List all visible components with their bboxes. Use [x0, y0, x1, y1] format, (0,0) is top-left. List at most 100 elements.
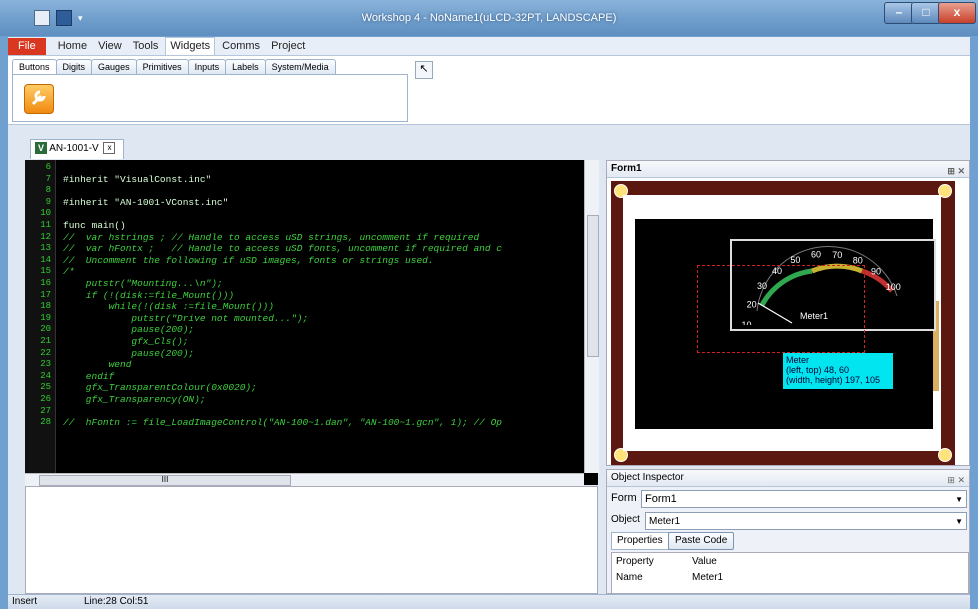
vertical-scrollbar[interactable] — [584, 160, 599, 473]
form-designer-panel: Form1 ⊞ ✕ 0102030405060708090100 Meter1 — [606, 160, 970, 466]
table-row[interactable]: Name Meter1 — [612, 571, 952, 585]
widget-tab-labels[interactable]: Labels — [225, 59, 266, 74]
properties-tab[interactable]: Properties — [611, 532, 669, 550]
tab-comms[interactable]: Comms — [218, 38, 264, 55]
code-text: func main() — [63, 220, 126, 231]
window-title: Workshop 4 - NoName1(uLCD-32PT, LANDSCAP… — [361, 12, 617, 24]
code-text: gfx_Transparency(ON); — [63, 394, 206, 405]
tab-project[interactable]: Project — [267, 38, 309, 55]
cursor-position: Line:28 Col:51 — [84, 596, 149, 607]
widget-tabs: Buttons Digits Gauges Primitives Inputs … — [12, 59, 336, 74]
code-line[interactable]: 25 gfx_TransparentColour(0x0020); — [25, 382, 580, 393]
code-line[interactable]: 23 wend — [25, 359, 580, 370]
code-line[interactable]: 15 /* — [25, 266, 580, 277]
line-number: 11 — [40, 220, 51, 230]
column-header-value: Value — [692, 556, 717, 567]
meter-tick-label: 90 — [871, 267, 881, 277]
widget-tab-system-media[interactable]: System/Media — [264, 59, 336, 74]
scroll-thumb[interactable] — [587, 215, 599, 357]
line-number: 20 — [40, 324, 51, 335]
code-line[interactable]: 7 #inherit "VisualConst.inc" — [25, 174, 580, 185]
paste-code-button[interactable]: Paste Code — [668, 532, 735, 550]
status-bar: Insert Line:28 Col:51 — [8, 594, 970, 609]
code-line[interactable]: 10 — [25, 208, 580, 219]
object-select[interactable]: Meter1 ▼ — [645, 512, 967, 530]
widget-tab-primitives[interactable]: Primitives — [135, 59, 189, 74]
code-line[interactable]: 27 — [25, 406, 580, 417]
ribbon-body: Buttons Digits Gauges Primitives Inputs … — [8, 56, 970, 125]
pointer-tool-icon[interactable]: ↖ — [415, 61, 433, 79]
code-line[interactable]: 18 while(!(disk :=file_Mount())) — [25, 301, 580, 312]
tab-widgets[interactable]: Widgets — [165, 37, 216, 55]
property-value[interactable]: Meter1 — [692, 571, 723, 585]
line-number: 22 — [40, 347, 51, 358]
code-line[interactable]: 20 pause(200); — [25, 324, 580, 335]
code-text: endif — [63, 370, 115, 382]
chevron-down-icon: ▼ — [955, 517, 963, 526]
line-number: 7 — [45, 173, 51, 184]
form-panel-title: Form1 ⊞ ✕ — [607, 161, 969, 178]
output-pane[interactable] — [25, 486, 598, 594]
line-number: 26 — [40, 394, 51, 404]
button-widget-icon[interactable] — [24, 84, 54, 114]
lcd-screen[interactable]: 0102030405060708090100 Meter1 Meter (lef… — [635, 219, 936, 429]
maximize-button[interactable]: □ — [911, 2, 941, 24]
tooltip-type: Meter — [786, 355, 810, 365]
pin-icon[interactable]: ⊞ ✕ — [947, 472, 965, 488]
code-text: gfx_Cls(); — [63, 336, 189, 347]
tab-view[interactable]: View — [94, 38, 126, 55]
code-line[interactable]: 22 pause(200); — [25, 348, 580, 359]
form-select[interactable]: Form1 ▼ — [641, 490, 967, 508]
widget-tab-gauges[interactable]: Gauges — [91, 59, 137, 74]
code-line[interactable]: 11 func main() — [25, 220, 580, 231]
line-number: 8 — [45, 185, 51, 196]
widget-tab-inputs[interactable]: Inputs — [187, 59, 227, 74]
minimize-button[interactable]: – — [884, 2, 914, 24]
code-line[interactable]: 9 #inherit "AN-1001-VConst.inc" — [25, 197, 580, 208]
code-line[interactable]: 8 — [25, 185, 580, 196]
properties-table: Property Value Name Meter1 — [611, 552, 969, 594]
widget-tab-digits[interactable]: Digits — [55, 59, 93, 74]
meter-tick-label: 60 — [811, 250, 821, 260]
code-text: gfx_TransparentColour(0x0020); — [63, 382, 257, 394]
tab-file[interactable]: File — [8, 38, 46, 55]
code-line[interactable]: 21 gfx_Cls(); — [25, 336, 580, 347]
hscroll-thumb[interactable]: III — [39, 475, 291, 486]
widget-tab-buttons[interactable]: Buttons — [12, 59, 57, 74]
close-button[interactable]: x — [938, 2, 976, 24]
form-select-value: Form1 — [645, 493, 677, 505]
property-name: Name — [616, 572, 643, 583]
line-number: 23 — [40, 359, 51, 370]
line-number: 13 — [40, 243, 51, 254]
code-line[interactable]: 28 // hFontn := file_LoadImageControl("AN… — [25, 417, 580, 428]
close-tab-icon[interactable]: x — [103, 142, 116, 155]
tab-home[interactable]: Home — [54, 38, 91, 55]
code-line[interactable]: 16 putstr("Mounting...\n"); — [25, 278, 580, 289]
code-text: putstr("Mounting...\n"); — [63, 278, 223, 289]
code-editor[interactable]: 6 7 #inherit "VisualConst.inc" 8 9 #inherit "… — [25, 160, 599, 486]
code-line[interactable]: 6 — [25, 162, 580, 173]
code-line[interactable]: 14 // Uncomment the following if uSD imag… — [25, 255, 580, 266]
title-bar: ▾ Workshop 4 - NoName1(uLCD-32PT, LANDSC… — [0, 0, 978, 36]
document-tab[interactable]: V AN-1001-V x — [30, 139, 124, 159]
code-line[interactable]: 24 endif — [25, 371, 580, 382]
chevron-down-icon: ▼ — [955, 495, 963, 504]
line-number: 10 — [40, 208, 51, 219]
line-number: 24 — [40, 370, 51, 381]
code-line[interactable]: 19 putstr("Drive not mounted..."); — [25, 313, 580, 324]
properties-header: Property Value — [612, 555, 952, 569]
line-number: 16 — [40, 278, 51, 288]
object-label: Object — [611, 514, 640, 525]
horizontal-scrollbar[interactable]: III — [25, 473, 584, 486]
tab-tools[interactable]: Tools — [129, 38, 163, 55]
code-line[interactable]: 12 // var hstrings ; // Handle to access … — [25, 232, 580, 243]
code-text: // var hstrings ; // Handle to access uS… — [63, 231, 480, 243]
code-line[interactable]: 26 gfx_Transparency(ON); — [25, 394, 580, 405]
widget-panel — [12, 74, 408, 122]
line-number: 21 — [40, 336, 51, 346]
pin-icon[interactable]: ⊞ ✕ — [947, 163, 965, 179]
code-text: #inherit "AN-1001-VConst.inc" — [63, 196, 229, 208]
code-line[interactable]: 17 if (!(disk:=file_Mount())) — [25, 290, 580, 301]
line-number: 27 — [40, 405, 51, 416]
code-line[interactable]: 13 // var hFontx ; // Handle to access uS… — [25, 243, 580, 254]
